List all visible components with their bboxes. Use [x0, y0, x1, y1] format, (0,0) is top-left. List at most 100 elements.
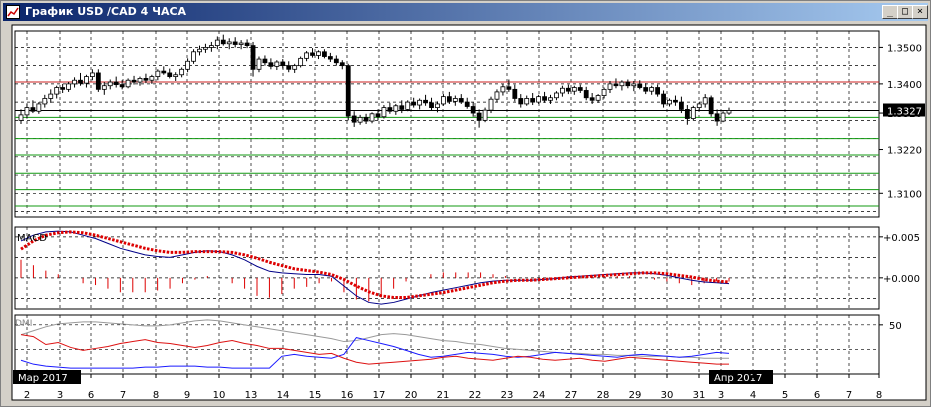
candle-body — [327, 56, 333, 60]
candle-body — [107, 81, 113, 87]
x-tick-label: 15 — [309, 390, 322, 401]
candle-body — [351, 115, 357, 123]
candle-body — [470, 106, 476, 114]
candle-body — [643, 87, 649, 92]
candle-body — [446, 96, 452, 102]
dmi-ytick-label: 50 — [889, 321, 902, 332]
current-price-label: 1.3327 — [887, 107, 922, 118]
macd-label: MACD — [17, 233, 47, 244]
candle-body — [417, 99, 423, 106]
candle-body — [339, 62, 345, 67]
candle-body — [548, 97, 553, 101]
candle-body — [369, 113, 375, 122]
candle-body — [363, 117, 369, 122]
x-tick-label: 29 — [629, 390, 642, 401]
candle-body — [191, 51, 196, 62]
chart-app-icon — [6, 5, 20, 19]
candle-body — [512, 88, 518, 99]
candle-body — [423, 99, 428, 104]
candle-body — [286, 65, 292, 70]
candle-body — [316, 51, 321, 56]
minimize-button[interactable]: _ — [882, 5, 898, 19]
candle-body — [458, 98, 464, 103]
candle-body — [649, 87, 655, 92]
candle-body — [173, 74, 179, 77]
candle-body — [661, 93, 666, 105]
candle-body — [393, 105, 399, 112]
x-tick-label: 7 — [846, 390, 852, 401]
candle-body — [268, 62, 274, 67]
candle-body — [589, 97, 595, 101]
candle-body — [595, 95, 601, 101]
title-bar[interactable]: График USD /CAD 4 ЧАСА _ □ × — [3, 3, 928, 21]
candle-body — [441, 96, 446, 105]
x-tick-label: 20 — [405, 390, 418, 401]
candle-body — [244, 42, 250, 46]
candle-body — [577, 87, 583, 91]
candle-body — [262, 58, 268, 64]
x-tick-label: 16 — [341, 390, 354, 401]
candle-body — [167, 72, 173, 77]
close-button[interactable]: × — [912, 5, 928, 19]
candle-body — [238, 42, 244, 45]
x-tick-label: 21 — [437, 390, 450, 401]
candle-body — [274, 61, 280, 67]
forex-chart: 1.35001.34001.33201.32201.31001.3327 +0.… — [3, 22, 928, 404]
candle-body — [542, 96, 547, 101]
x-tick-label: 6 — [814, 390, 820, 401]
candle-body — [708, 97, 714, 115]
candle-body — [381, 107, 387, 118]
chart-window: График USD /CAD 4 ЧАСА _ □ × 1.3500 1.340… — [0, 0, 931, 407]
candle-body — [494, 91, 500, 100]
candle-body — [292, 65, 298, 70]
x-tick-label: 17 — [373, 390, 386, 401]
x-tick-label: 23 — [501, 390, 514, 401]
candle-body — [72, 79, 77, 85]
candle-body — [36, 103, 42, 112]
price-ytick-label: 1.3400 — [887, 80, 922, 91]
candle-body — [24, 107, 30, 116]
candle-body — [679, 101, 684, 110]
x-tick-label: 8 — [153, 390, 159, 401]
candle-body — [18, 114, 24, 121]
candle-body — [179, 68, 185, 76]
candle-body — [464, 101, 470, 107]
x-tick-label: 9 — [184, 390, 190, 401]
candle-body — [673, 99, 678, 103]
candle-body — [155, 70, 161, 77]
candle-body — [601, 88, 607, 96]
maximize-button[interactable]: □ — [897, 5, 913, 19]
x-tick-label: 5 — [782, 390, 788, 401]
candle-body — [506, 86, 512, 90]
candle-body — [619, 81, 625, 87]
candle-body — [101, 85, 107, 90]
candle-body — [214, 39, 220, 46]
candle-body — [387, 107, 393, 112]
candle-body — [226, 41, 232, 45]
candle-body — [399, 105, 405, 110]
candle-body — [95, 72, 101, 90]
candle-body — [232, 41, 238, 45]
candle-body — [554, 92, 559, 99]
price-ytick-label: 1.3220 — [887, 146, 922, 157]
candle-body — [78, 79, 83, 84]
candle-body — [696, 103, 702, 108]
candle-body — [684, 109, 690, 119]
candle-body — [429, 102, 434, 108]
x-tick-label: 27 — [565, 390, 578, 401]
window-title: График USD /CAD 4 ЧАСА — [25, 5, 187, 18]
candle-body — [613, 83, 619, 87]
candle-body — [452, 98, 458, 102]
candle-body — [690, 107, 696, 119]
candle-body — [89, 72, 95, 77]
candle-body — [500, 86, 506, 93]
x-tick-label: 13 — [245, 390, 258, 401]
candle-body — [84, 76, 89, 84]
candle-body — [357, 117, 363, 123]
x-tick-label: 8 — [876, 390, 882, 401]
x-tick-label: 10 — [213, 390, 226, 401]
candle-body — [310, 52, 315, 56]
candle-body — [667, 99, 672, 105]
candle-body — [131, 79, 137, 83]
candle-body — [113, 81, 119, 86]
